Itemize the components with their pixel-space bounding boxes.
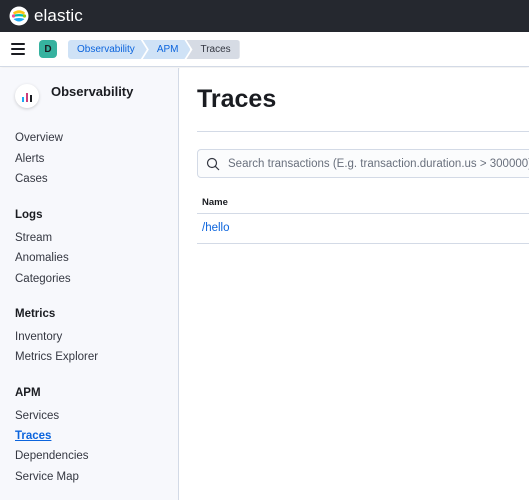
sidebar-group-logs: Logs [15,209,43,221]
main-content: Traces Name /hello [180,68,529,500]
hamburger-icon[interactable] [11,43,25,55]
sidebar-item-categories[interactable]: Categories [15,273,71,285]
sidebar-item-service-map[interactable]: Service Map [15,471,79,483]
sidebar-item-metrics-explorer[interactable]: Metrics Explorer [15,351,98,363]
sidebar-item-overview[interactable]: Overview [15,132,63,144]
breadcrumb: Observability APM Traces [68,40,240,59]
sidebar-item-inventory[interactable]: Inventory [15,331,62,343]
sidebar-item-stream[interactable]: Stream [15,232,52,244]
breadcrumb-observability[interactable]: Observability [68,40,147,59]
sidebar-item-traces[interactable]: Traces [15,430,51,442]
search-input[interactable] [228,157,529,170]
search-bar[interactable] [197,149,529,178]
sidebar: Observability Overview Alerts Cases Logs… [0,68,179,500]
sidebar-item-services[interactable]: Services [15,410,59,422]
sidebar-item-dependencies[interactable]: Dependencies [15,450,89,462]
sidebar-item-cases[interactable]: Cases [15,173,48,185]
breadcrumb-traces: Traces [186,40,240,59]
space-avatar[interactable]: D [39,40,57,58]
table-row-divider [197,243,529,244]
search-icon [206,157,220,170]
elastic-logo-icon[interactable] [9,6,29,26]
observability-icon [15,84,39,108]
title-divider [197,131,529,132]
top-header: elastic [0,0,529,32]
breadcrumb-bar: D Observability APM Traces [0,32,529,67]
sidebar-group-apm: APM [15,387,41,399]
page-title: Traces [197,85,277,113]
sidebar-header: Observability [15,84,133,108]
table-header-divider [197,213,529,214]
transaction-link[interactable]: /hello [202,222,230,234]
column-header-name[interactable]: Name [202,197,228,208]
sidebar-group-metrics: Metrics [15,308,56,320]
sidebar-item-anomalies[interactable]: Anomalies [15,252,69,264]
brand-name[interactable]: elastic [34,6,83,26]
breadcrumb-apm[interactable]: APM [143,40,191,59]
sidebar-item-alerts[interactable]: Alerts [15,153,44,165]
sidebar-title: Observability [51,84,134,99]
